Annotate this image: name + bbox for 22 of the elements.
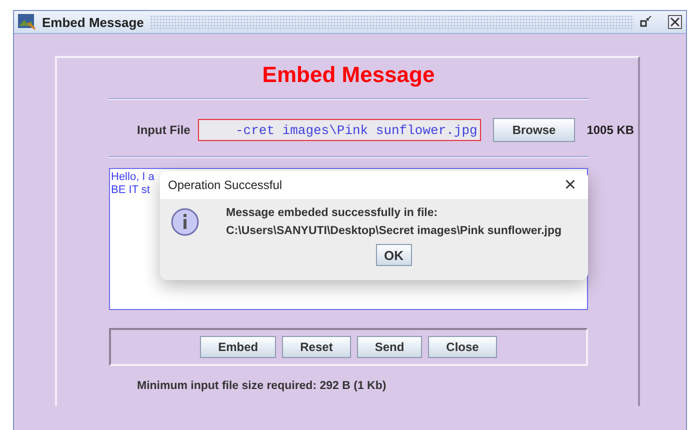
- action-button[interactable]: Close: [428, 336, 497, 358]
- restore-icon[interactable]: [640, 16, 652, 28]
- action-button[interactable]: Send: [356, 336, 422, 358]
- heading: Embed Message: [262, 62, 435, 88]
- file-size: 1005 KB: [586, 123, 634, 137]
- dialog-file-path: C:\Users\SANYUTI\Desktop\Secret images\Pink sunflower.jpg: [226, 225, 562, 237]
- input-file-field[interactable]: -cret images\Pink sunflower.jpg: [198, 119, 482, 141]
- message-line: Hello, I a: [111, 171, 154, 184]
- dialog-message: Message embeded successfully in file:: [226, 207, 438, 219]
- dialog-close-button[interactable]: ×: [560, 175, 580, 195]
- dialog-title: Operation Successful: [168, 178, 282, 192]
- input-file-label: Input File: [137, 123, 190, 137]
- close-icon[interactable]: [668, 15, 682, 29]
- message-line: BE IT st: [111, 184, 150, 197]
- info-icon: [170, 207, 200, 237]
- action-button[interactable]: Reset: [282, 336, 351, 358]
- browse-button[interactable]: Browse: [493, 118, 575, 142]
- action-button[interactable]: Embed: [200, 336, 276, 358]
- ok-button[interactable]: OK: [376, 244, 412, 266]
- window-title: Embed Message: [42, 14, 144, 30]
- message-text-area[interactable]: Hello, I a BE IT st Operation Successful × Message embeded successfully in file: C:\Users\SANYUTI\Desktop\Secret images\Pink sunflower.jpg OK: [109, 168, 588, 310]
- status-text: Minimum input file size required: 292 B (1 Kb): [137, 380, 386, 392]
